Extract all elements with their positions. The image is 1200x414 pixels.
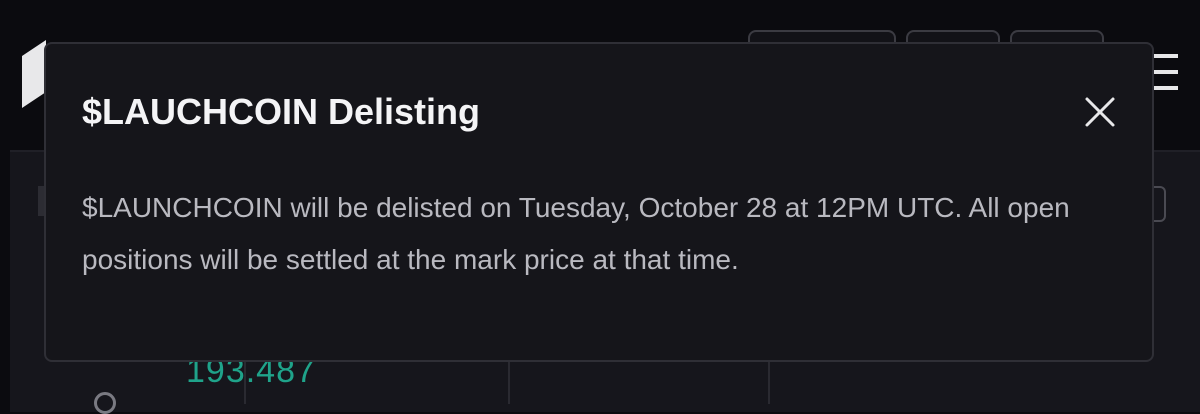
modal-message: $LAUNCHCOIN will be delisted on Tuesday,… — [82, 192, 1070, 275]
close-icon — [1085, 97, 1115, 127]
close-button[interactable] — [1082, 94, 1118, 130]
panel-divider — [508, 362, 510, 404]
panel-side-control[interactable] — [1152, 186, 1166, 222]
modal-title: $LAUCHCOIN Delisting — [82, 91, 481, 132]
menu-icon[interactable] — [1150, 52, 1178, 92]
app-logo-icon — [22, 40, 46, 108]
delisting-modal: $LAUCHCOIN Delisting $LAUNCHCOIN will be… — [44, 42, 1154, 362]
panel-info-icon — [94, 392, 116, 414]
panel-divider — [768, 362, 770, 404]
